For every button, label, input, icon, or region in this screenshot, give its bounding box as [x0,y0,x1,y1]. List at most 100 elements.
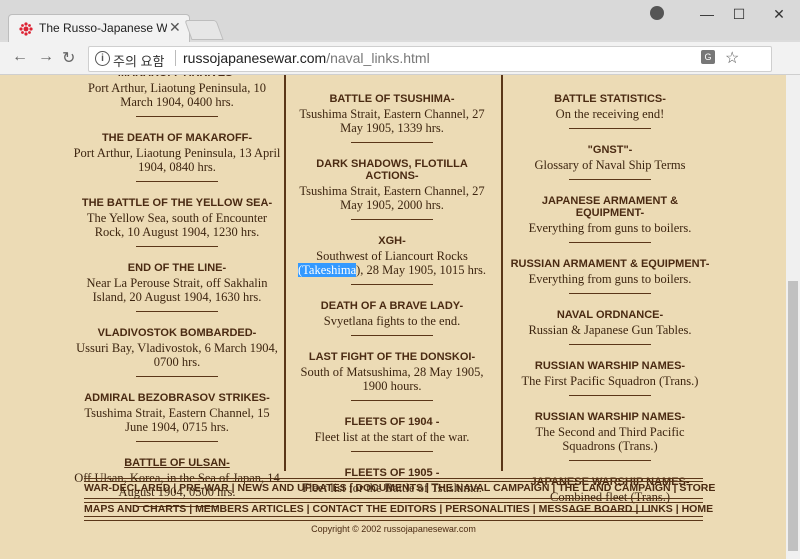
entry-separator [569,128,651,129]
entry-description: Port Arthur, Liaotung Peninsula, 13 Apri… [73,146,281,174]
footer-nav-link[interactable]: NEWS AND UPDATES [237,482,346,494]
nav-separator: | [170,482,180,494]
copyright-text: Copyright © 2002 russojapanesewar.com [311,524,476,534]
column-left: MAKAROFF ARRIVES- Port Arthur, Liaotung P… [72,75,282,522]
entry-title-link[interactable]: THE DEATH OF MAKAROFF- [72,132,282,144]
link-entry: RUSSIAN ARMAMENT & EQUIPMENT- Everything … [510,258,710,294]
column-right: BATTLE STATISTICS- On the receiving end! "… [510,93,710,527]
entry-separator [569,242,651,243]
entry-title-link[interactable]: RUSSIAN ARMAMENT & EQUIPMENT- [510,258,710,270]
footer-nav-link[interactable]: PERSONALITIES [445,503,530,515]
entry-separator [351,400,433,401]
entry-title-link[interactable]: XGH- [292,235,492,247]
url-text[interactable]: russojapanesewar.com/naval_links.html [183,50,430,66]
footer-nav-link[interactable]: THE LAND CAMPAIGN [558,482,670,494]
entry-title-link[interactable]: DARK SHADOWS, FLOTILLA ACTIONS- [292,158,492,182]
link-entry: FLEETS OF 1904 - Fleet list at the start … [292,416,492,452]
entry-title-link[interactable]: MAKAROFF ARRIVES- [72,75,282,79]
column-middle: BATTLE OF TSUSHIMA- Tsushima Strait, East… [292,93,492,518]
reload-icon[interactable]: ↻ [62,48,75,68]
footer-nav-link[interactable]: THE NAVAL CAMPAIGN [432,482,550,494]
translate-icon[interactable]: G [701,50,715,64]
entry-title-link[interactable]: RUSSIAN WARSHIP NAMES- [510,411,710,423]
entry-title-link[interactable]: ADMIRAL BEZOBRASOV STRIKES- [72,392,282,404]
entry-description: The Second and Third Pacific Squadrons (… [535,425,685,453]
security-label[interactable]: 주의 요함 [113,51,164,70]
footer-rule [84,498,703,499]
entry-description: Glossary of Naval Ship Terms [534,158,686,172]
entry-description: Svyetlana fights to the end. [323,314,461,328]
bookmark-star-icon[interactable]: ☆ [725,48,739,68]
entry-title-link[interactable]: FLEETS OF 1904 - [292,416,492,428]
entry-separator [136,311,218,312]
footer-nav-link[interactable]: CONTACT THE EDITORS [313,503,437,515]
footer-rule [84,478,703,479]
url-divider [175,50,176,66]
back-icon[interactable]: ← [12,48,28,66]
scrollbar-thumb[interactable] [788,281,798,551]
entry-separator [569,395,651,396]
entry-title-link[interactable]: BATTLE OF TSUSHIMA- [292,93,492,105]
footer-nav-row-1: WAR-DECLARED | PRE-WAR | NEWS AND UPDATE… [84,481,715,495]
entry-title-link[interactable]: BATTLE OF ULSAN- [72,457,282,469]
entry-title-link[interactable]: RUSSIAN WARSHIP NAMES- [510,360,710,372]
footer-nav-link[interactable]: MEMBERS ARTICLES [195,503,304,515]
entry-title-link[interactable]: "GNST"- [510,144,710,156]
tab-title: The Russo-Japanese War [39,21,167,35]
footer-nav-link[interactable]: PRE-WAR [179,482,229,494]
entry-description: Everything from guns to boilers. [528,272,692,286]
link-entry: BATTLE STATISTICS- On the receiving end! [510,93,710,129]
entry-separator [136,246,218,247]
url-domain: russojapanesewar.com [183,50,327,66]
footer-nav-link[interactable]: HOME [682,503,714,515]
link-entry: MAKAROFF ARRIVES- Port Arthur, Liaotung P… [72,75,282,117]
entry-title-link[interactable]: END OF THE LINE- [72,262,282,274]
entry-description-part: ), 28 May 1905, 1015 hrs. [356,263,486,277]
window-close-icon[interactable]: ✕ [764,6,794,23]
footer-nav-link[interactable]: STORE [679,482,715,494]
link-entry: THE BATTLE OF THE YELLOW SEA- The Yellow … [72,197,282,247]
link-entry: NAVAL ORDNANCE- Russian & Japanese Gun Ta… [510,309,710,345]
entry-description: South of Matsushima, 28 May 1905, 1900 h… [300,365,484,393]
link-entry: THE DEATH OF MAKAROFF- Port Arthur, Liaot… [72,132,282,182]
entry-separator [136,116,218,117]
nav-separator: | [436,503,446,515]
entry-separator [351,219,433,220]
entry-description: The First Pacific Squadron (Trans.) [521,374,699,388]
footer-nav-link[interactable]: LINKS [641,503,673,515]
entry-title-link[interactable]: NAVAL ORDNANCE- [510,309,710,321]
minimize-icon[interactable]: — [692,6,722,22]
entry-title-link[interactable]: BATTLE STATISTICS- [510,93,710,105]
site-favicon-icon [19,22,33,36]
column-divider [501,75,503,471]
entry-separator [136,441,218,442]
entry-description: Tsushima Strait, Eastern Channel, 15 Jun… [84,406,270,434]
link-entry: "GNST"- Glossary of Naval Ship Terms [510,144,710,180]
entry-description: Near La Perouse Strait, off Sakhalin Isl… [86,276,268,304]
entry-title-link[interactable]: JAPANESE ARMAMENT & EQUIPMENT- [510,195,710,219]
scrollbar[interactable] [786,75,800,559]
info-icon[interactable]: i [95,51,110,66]
link-entry: ADMIRAL BEZOBRASOV STRIKES- Tsushima Stra… [72,392,282,442]
link-entry: LAST FIGHT OF THE DONSKOI- South of Matsu… [292,351,492,401]
forward-icon[interactable]: → [38,48,54,66]
maximize-icon[interactable]: ☐ [724,6,754,23]
footer-nav-link[interactable]: MESSAGE BOARD [539,503,633,515]
entry-description: Ussuri Bay, Vladivostok, 6 March 1904, 0… [76,341,278,369]
entry-description: Tsushima Strait, Eastern Channel, 27 May… [299,184,485,212]
tab-close-icon[interactable]: ✕ [169,19,181,36]
entry-title-link[interactable]: LAST FIGHT OF THE DONSKOI- [292,351,492,363]
entry-title-link[interactable]: VLADIVOSTOK BOMBARDED- [72,327,282,339]
nav-separator: | [529,503,539,515]
link-entry: JAPANESE ARMAMENT & EQUIPMENT- Everything… [510,195,710,243]
address-bar[interactable]: i 주의 요함 russojapanesewar.com/naval_links… [88,46,772,72]
footer-nav-link[interactable]: DOCUMENTS [355,482,423,494]
profile-icon[interactable] [650,6,664,20]
entry-description: Port Arthur, Liaotung Peninsula, 10 Marc… [88,81,266,109]
entry-title-link[interactable]: DEATH OF A BRAVE LADY- [292,300,492,312]
entry-title-link[interactable]: THE BATTLE OF THE YELLOW SEA- [72,197,282,209]
browser-tab[interactable]: The Russo-Japanese War ✕ [8,14,190,43]
footer-nav-link[interactable]: MAPS AND CHARTS [84,503,186,515]
footer-nav-link[interactable]: WAR-DECLARED [84,482,170,494]
new-tab-button[interactable] [184,20,224,40]
